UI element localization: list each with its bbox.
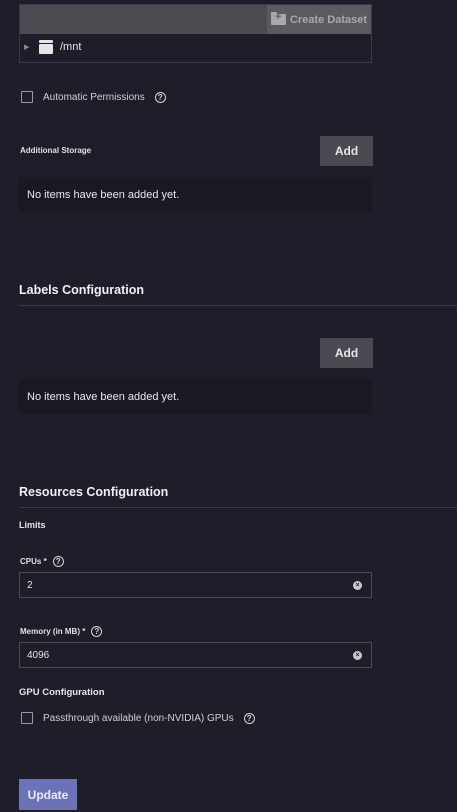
cpus-label: CPUs * [20,557,47,566]
cpus-input[interactable]: 2 × [19,572,372,598]
labels-empty: No items have been added yet. [19,379,372,414]
memory-label-row: Memory (in MB) * ? [20,626,103,637]
labels-divider [19,305,457,306]
cpus-label-row: CPUs * ? [20,556,64,567]
gpu-passthrough-label: Passthrough available (non-NVIDIA) GPUs [43,712,234,724]
create-dataset-button[interactable]: Create Dataset [267,5,371,34]
limits-label: Limits [19,520,46,530]
tree-node-label: /mnt [60,41,82,53]
additional-storage-add-button[interactable]: Add [320,136,373,166]
memory-value: 4096 [27,649,50,661]
labels-add-button[interactable]: Add [320,338,373,368]
update-button[interactable]: Update [19,779,77,810]
automatic-permissions-row: Automatic Permissions ? [21,91,166,103]
memory-label: Memory (in MB) * [20,627,86,636]
gpu-passthrough-checkbox[interactable] [21,712,33,724]
tree-node-mnt[interactable]: ▶ /mnt [24,40,81,54]
gpu-passthrough-row: Passthrough available (non-NVIDIA) GPUs … [21,712,255,724]
resources-configuration-title: Resources Configuration [19,485,169,499]
create-dataset-label: Create Dataset [289,13,368,26]
additional-storage-label: Additional Storage [20,146,92,155]
help-circle-icon[interactable]: ? [243,712,255,724]
caret-right-icon[interactable]: ▶ [24,43,32,51]
help-circle-icon[interactable]: ? [91,626,103,637]
help-circle-icon[interactable]: ? [52,556,64,567]
drive-icon [39,40,53,54]
cpus-value: 2 [27,579,33,591]
clear-icon[interactable]: × [353,651,362,660]
folder-plus-icon [270,11,286,25]
file-explorer: Create Dataset ▶ /mnt [19,4,372,63]
gpu-configuration-title: GPU Configuration [19,687,105,698]
resources-divider [19,507,457,508]
memory-input[interactable]: 4096 × [19,642,372,668]
help-circle-icon[interactable]: ? [154,91,166,103]
explorer-toolbar: Create Dataset [20,5,371,34]
clear-icon[interactable]: × [353,581,362,590]
automatic-permissions-checkbox[interactable] [21,91,33,103]
additional-storage-empty: No items have been added yet. [19,177,372,212]
automatic-permissions-label: Automatic Permissions [43,91,145,103]
labels-configuration-title: Labels Configuration [19,283,144,297]
